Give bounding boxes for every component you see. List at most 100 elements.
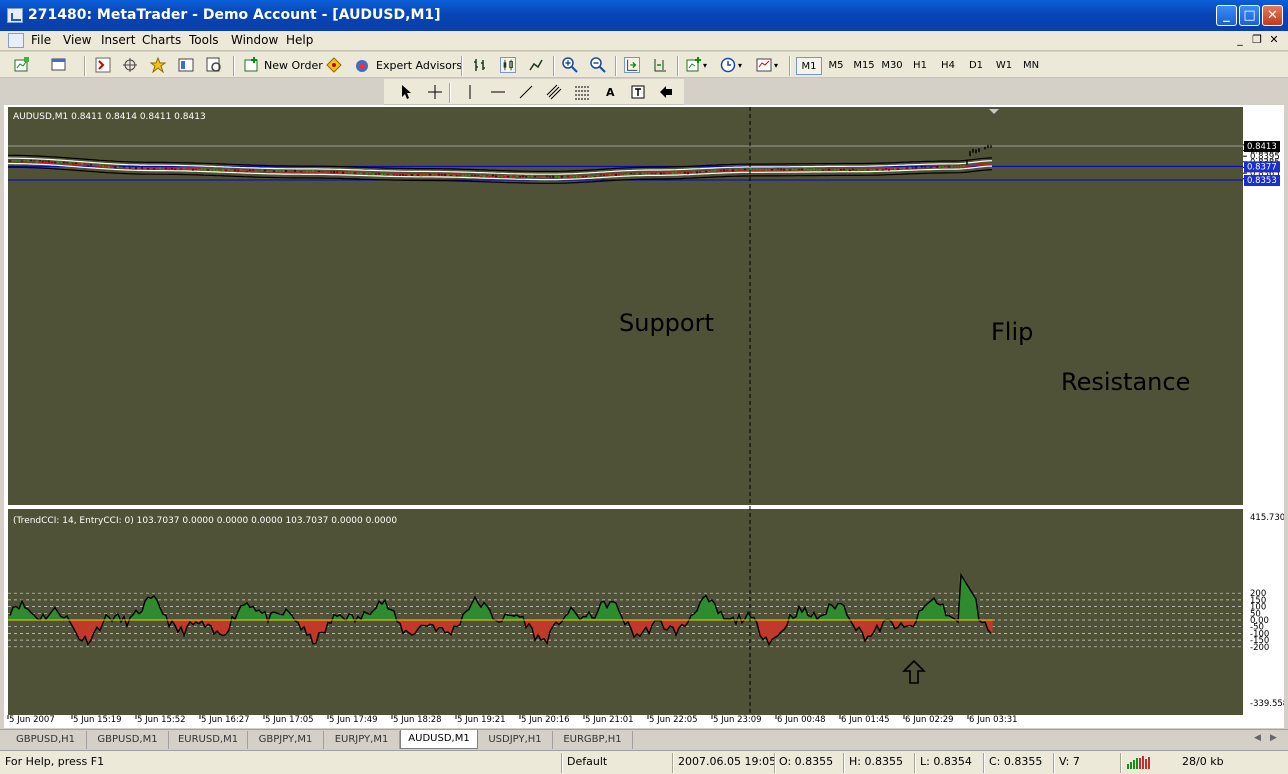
strategy-tester-icon[interactable] — [206, 57, 222, 73]
tab-gbpusd-h1[interactable]: GBPUSD,H1 — [5, 731, 87, 749]
auto-scroll-icon[interactable] — [624, 57, 640, 73]
status-low: L: 0.8354 — [920, 755, 972, 768]
navigator-icon[interactable] — [122, 57, 138, 73]
tab-eurusd-m1[interactable]: EURUSD,M1 — [169, 731, 248, 749]
tab-eurjpy-m1[interactable]: EURJPY,M1 — [324, 731, 400, 749]
meta-editor-icon[interactable] — [326, 57, 342, 73]
templates-icon[interactable] — [756, 57, 772, 73]
fibonacci-icon[interactable] — [574, 84, 590, 100]
timeframe-m15[interactable]: M15 — [850, 57, 878, 75]
mdi-minimize-icon[interactable]: _ — [1234, 33, 1246, 46]
timeframe-mn[interactable]: MN — [1018, 57, 1044, 75]
chart-shift-icon[interactable] — [652, 57, 668, 73]
tab-audusd-m1[interactable]: AUDUSD,M1 — [400, 730, 478, 749]
equidistant-channel-icon[interactable] — [546, 84, 562, 100]
timeframe-d1[interactable]: D1 — [963, 57, 989, 75]
time-label: 5 Jun 15:19 — [73, 715, 122, 725]
candlestick-icon[interactable] — [500, 57, 516, 73]
timeframe-w1[interactable]: W1 — [991, 57, 1017, 75]
text-tool-icon[interactable]: A — [606, 84, 615, 102]
app-icon — [7, 8, 23, 23]
vertical-line-icon[interactable] — [462, 84, 478, 100]
time-label: 6 Jun 00:48 — [777, 715, 826, 725]
status-open: O: 0.8355 — [779, 755, 834, 768]
indicator-background — [8, 509, 1243, 715]
cursor-icon[interactable] — [398, 84, 414, 100]
dropdown-arrow-icon[interactable]: ▾ — [703, 57, 707, 75]
status-high: H: 0.8355 — [849, 755, 903, 768]
menu-help[interactable]: Help — [286, 33, 313, 48]
time-label: 6 Jun 03:31 — [969, 715, 1018, 725]
support-annotation[interactable]: Support — [619, 309, 714, 337]
title-bar: 271480: MetaTrader - Demo Account - [AUD… — [0, 0, 1288, 31]
chart-window[interactable]: AUDUSD,M1 0.8411 0.8414 0.8411 0.8413 (T… — [4, 105, 1284, 728]
new-chart-icon[interactable] — [14, 57, 30, 73]
bar-chart-icon[interactable] — [472, 57, 488, 73]
timeframe-h1[interactable]: H1 — [907, 57, 933, 75]
price-chart[interactable]: AUDUSD,M1 0.8411 0.8414 0.8411 0.8413 (T… — [4, 105, 1284, 728]
line-chart-icon[interactable] — [528, 57, 544, 73]
main-toolbar: New Order Expert Advisors ▾ ▾ ▾ M1 M5 M1… — [0, 52, 1288, 78]
maximize-button[interactable]: □ — [1239, 5, 1260, 26]
menu-file[interactable]: File — [31, 33, 51, 48]
market-watch-icon[interactable] — [95, 57, 111, 73]
new-order-button[interactable]: New Order — [264, 57, 323, 75]
menu-tools[interactable]: Tools — [189, 33, 219, 48]
text-label-icon[interactable] — [630, 84, 646, 100]
time-label: 5 Jun 18:28 — [393, 715, 442, 725]
dropdown-arrow-icon[interactable]: ▾ — [738, 57, 742, 75]
terminal-icon[interactable] — [178, 57, 194, 73]
periods-clock-icon[interactable] — [720, 57, 736, 73]
cci-max-label: 415.7304 — [1250, 513, 1284, 523]
time-label: 5 Jun 17:05 — [265, 715, 314, 725]
indicators-icon[interactable] — [686, 57, 702, 73]
horizontal-line-icon[interactable] — [490, 84, 506, 100]
profiles-icon[interactable] — [51, 57, 67, 73]
timeframe-m1[interactable]: M1 — [796, 57, 822, 75]
zoom-out-icon[interactable] — [590, 57, 606, 73]
status-bar: For Help, press F1 Default 2007.06.05 19… — [0, 750, 1288, 774]
tab-scroll-left-icon[interactable]: ◀ — [1254, 733, 1261, 743]
mdi-close-icon[interactable]: ✕ — [1268, 33, 1280, 46]
crosshair-icon[interactable] — [427, 84, 443, 100]
menu-bar: File View Insert Charts Tools Window Hel… — [0, 31, 1288, 51]
connection-status-icon[interactable] — [1127, 756, 1153, 769]
trendline-icon[interactable] — [518, 84, 534, 100]
dropdown-arrow-icon[interactable]: ▾ — [774, 57, 778, 75]
tab-eurgbp-h1[interactable]: EURGBP,H1 — [553, 731, 633, 749]
flip-annotation[interactable]: Flip — [991, 318, 1033, 346]
tab-gbpusd-m1[interactable]: GBPUSD,M1 — [87, 731, 169, 749]
status-help: For Help, press F1 — [5, 755, 105, 768]
timeframe-m5[interactable]: M5 — [823, 57, 849, 75]
arrows-icon[interactable] — [658, 84, 674, 100]
zoom-in-icon[interactable] — [562, 57, 578, 73]
status-datetime: 2007.06.05 19:05 — [678, 755, 777, 768]
chart-tabs: GBPUSD,H1 GBPUSD,M1 EURUSD,M1 GBPJPY,M1 … — [0, 729, 1288, 749]
expert-advisors-button[interactable]: Expert Advisors — [376, 57, 462, 75]
time-label: 5 Jun 17:49 — [329, 715, 378, 725]
new-order-icon[interactable] — [244, 57, 260, 73]
document-icon[interactable] — [8, 33, 24, 48]
status-traffic: 28/0 kb — [1182, 755, 1224, 768]
close-button[interactable]: ✕ — [1262, 5, 1283, 26]
timeframe-h4[interactable]: H4 — [935, 57, 961, 75]
timeframe-m30[interactable]: M30 — [878, 57, 906, 75]
favorites-icon[interactable] — [150, 57, 166, 73]
line-studies-toolbar: A — [384, 79, 684, 105]
tab-gbpjpy-m1[interactable]: GBPJPY,M1 — [248, 731, 324, 749]
current-price-label: 0.8413 — [1247, 142, 1277, 152]
minimize-button[interactable]: _ — [1216, 5, 1237, 26]
tab-usdjpy-h1[interactable]: USDJPY,H1 — [478, 731, 553, 749]
indicator-header: (TrendCCI: 14, EntryCCI: 0) 103.7037 0.0… — [13, 516, 397, 526]
menu-view[interactable]: View — [63, 33, 91, 48]
mdi-restore-icon[interactable]: ❐ — [1251, 33, 1263, 46]
tab-scroll-right-icon[interactable]: ▶ — [1270, 733, 1277, 743]
menu-charts[interactable]: Charts — [142, 33, 181, 48]
status-volume: V: 7 — [1059, 755, 1080, 768]
expert-advisors-icon[interactable] — [354, 57, 370, 73]
time-label: 5 Jun 19:21 — [457, 715, 506, 725]
menu-insert[interactable]: Insert — [101, 33, 135, 48]
resistance-annotation[interactable]: Resistance — [1061, 368, 1190, 396]
menu-window[interactable]: Window — [231, 33, 278, 48]
time-label: 5 Jun 15:52 — [137, 715, 186, 725]
